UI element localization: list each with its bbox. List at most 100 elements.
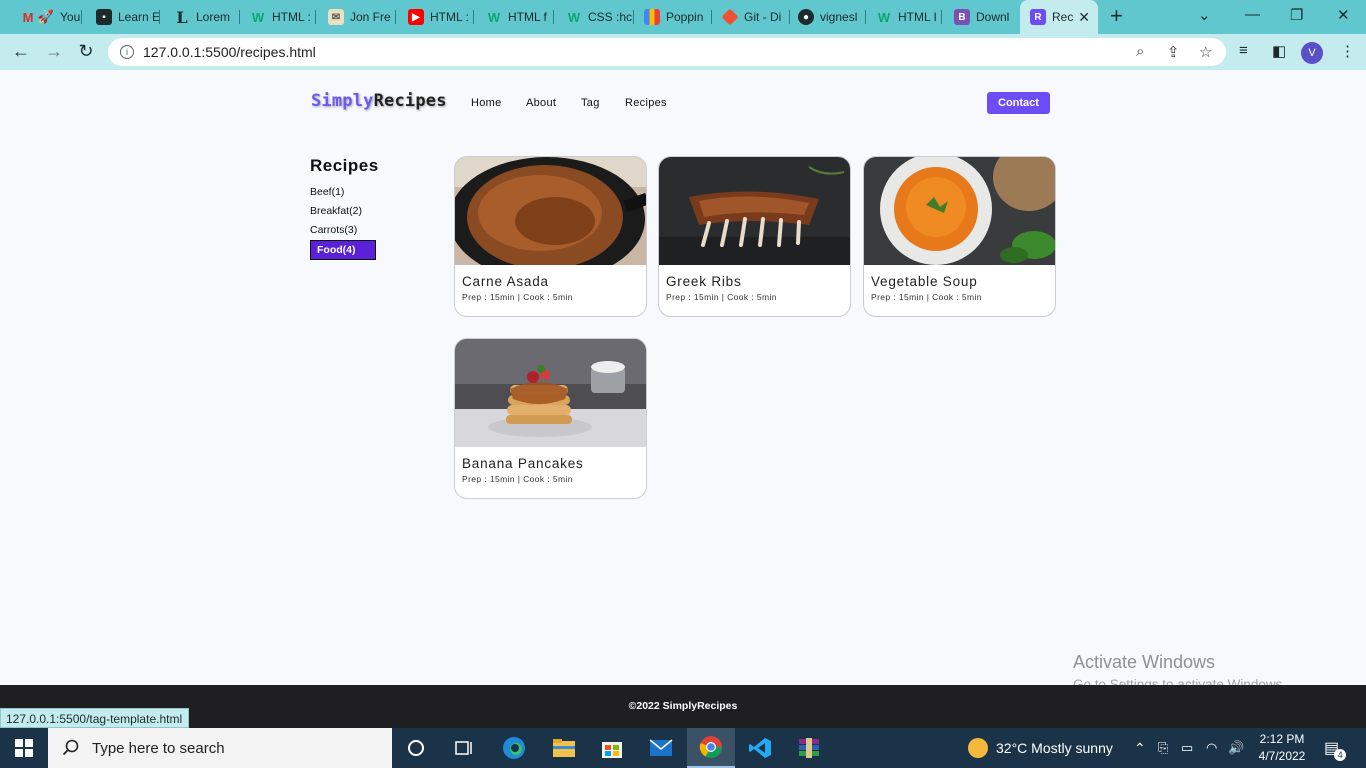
vegetable-soup-photo: [864, 157, 1055, 265]
nav-tag[interactable]: Tag: [581, 97, 600, 109]
meet-now-icon[interactable]: ⎘: [1158, 728, 1168, 768]
zoom-icon[interactable]: ⌕: [1136, 43, 1144, 60]
wifi-icon[interactable]: ◠: [1206, 728, 1217, 768]
tab-label: HTML :: [430, 10, 469, 24]
reload-icon[interactable]: ↻: [75, 41, 97, 62]
mail-icon: ✉: [328, 9, 344, 25]
banana-pancakes-photo: [455, 339, 646, 447]
forward-icon[interactable]: →: [43, 41, 65, 62]
restore-icon[interactable]: ❐: [1290, 6, 1303, 24]
reading-list-icon[interactable]: ≡: [1239, 42, 1248, 59]
w3schools-icon: W: [877, 9, 891, 25]
winrar-icon[interactable]: [785, 728, 833, 768]
tag-beef[interactable]: Beef(1): [310, 186, 344, 198]
address-url[interactable]: 127.0.0.1:5500/recipes.html: [143, 44, 316, 60]
nav-recipes[interactable]: Recipes: [625, 97, 667, 109]
w3schools-icon: W: [567, 9, 581, 25]
tab-label: Rec: [1052, 10, 1074, 24]
windows-taskbar: Type here to search 32°C Mostly sunny ⌃ …: [0, 728, 1366, 768]
tag-food-active[interactable]: Food(4): [310, 240, 376, 260]
tab-label: Downl: [976, 10, 1010, 24]
lorem-l-icon: L: [176, 7, 188, 27]
new-tab-icon[interactable]: +: [1110, 5, 1123, 27]
tab-label: HTML I: [898, 10, 937, 24]
weather-text: 32°C Mostly sunny: [996, 740, 1113, 756]
tab-4[interactable]: ✉ Jon Fre: [318, 4, 396, 30]
bookmark-star-icon[interactable]: ☆: [1199, 43, 1212, 61]
task-view-icon[interactable]: [440, 728, 488, 768]
notification-center-icon[interactable]: ▤ 4: [1324, 728, 1347, 768]
tab-10[interactable]: ● vignesl: [788, 4, 866, 30]
address-bar[interactable]: i 127.0.0.1:5500/recipes.html ⌕ ⇪ ☆: [108, 38, 1226, 66]
share-icon[interactable]: ⇪: [1167, 43, 1180, 61]
cortana-icon[interactable]: [392, 728, 440, 768]
recipe-card-banana-pancakes[interactable]: Banana Pancakes Prep : 15min | Cook : 5m…: [454, 338, 647, 499]
tab-3[interactable]: W HTML :: [240, 4, 316, 30]
weather-widget[interactable]: 32°C Mostly sunny: [968, 728, 1113, 768]
notification-count: 4: [1334, 749, 1347, 761]
file-explorer-icon[interactable]: [540, 728, 588, 768]
tab-7[interactable]: W CSS :hc: [556, 4, 634, 30]
taskbar-search[interactable]: Type here to search: [48, 728, 392, 768]
nav-about[interactable]: About: [526, 97, 556, 109]
close-window-icon[interactable]: ✕: [1337, 6, 1350, 24]
tab-label: Lorem: [196, 10, 231, 24]
windows-logo-icon: [15, 739, 33, 757]
rocket-icon: 🚀: [37, 9, 55, 24]
contact-button[interactable]: Contact: [987, 92, 1050, 114]
side-panel-icon[interactable]: ◧: [1272, 42, 1286, 60]
tab-11[interactable]: W HTML I: [866, 4, 942, 30]
microsoft-store-icon[interactable]: [588, 728, 636, 768]
close-tab-icon[interactable]: ✕: [1078, 9, 1090, 26]
start-button[interactable]: [0, 728, 48, 768]
recipe-title: Vegetable Soup: [871, 274, 978, 289]
tab-6[interactable]: W HTML f: [476, 4, 554, 30]
recipe-card-carne-asada[interactable]: Carne Asada Prep : 15min | Cook : 5min: [454, 156, 647, 317]
tab-label: vignesl: [820, 10, 858, 24]
tab-13-active[interactable]: R Rec ✕: [1020, 0, 1098, 34]
vscode-icon[interactable]: [736, 728, 784, 768]
tab-12[interactable]: B Downl: [944, 4, 1020, 30]
tab-2[interactable]: L Lorem: [164, 4, 240, 30]
tab-search-icon[interactable]: ⌄: [1198, 6, 1211, 24]
battery-icon[interactable]: ▭: [1181, 728, 1193, 768]
browser-tab-bar: M 🚀 You ▪ Learn E L Lorem W HTML : ✉ Jon…: [0, 0, 1366, 34]
tab-label: You: [60, 10, 81, 24]
activate-windows-title: Activate Windows: [1073, 652, 1216, 672]
tab-5[interactable]: ▶ HTML :: [398, 4, 474, 30]
recipe-card-greek-ribs[interactable]: Greek Ribs Prep : 15min | Cook : 5min: [658, 156, 851, 317]
carne-asada-photo: [455, 157, 646, 265]
site-info-icon[interactable]: i: [120, 45, 134, 59]
tab-8[interactable]: Poppin: [634, 4, 712, 30]
w3schools-icon: W: [487, 9, 501, 25]
site-logo[interactable]: SimplyRecipes: [311, 91, 447, 111]
recipe-card-vegetable-soup[interactable]: Vegetable Soup Prep : 15min | Cook : 5mi…: [863, 156, 1056, 317]
sidebar-title: Recipes: [310, 156, 379, 175]
sun-cloud-icon: [968, 738, 988, 758]
minimize-icon[interactable]: —: [1245, 6, 1260, 23]
recipe-title: Banana Pancakes: [462, 456, 584, 471]
recipe-meta: Prep : 15min | Cook : 5min: [462, 292, 573, 302]
show-hidden-icons[interactable]: ⌃: [1134, 728, 1146, 768]
mail-app-icon[interactable]: [637, 728, 685, 768]
taskbar-clock[interactable]: 2:12 PM 4/7/2022: [1252, 731, 1312, 765]
git-icon: [721, 8, 739, 26]
volume-icon[interactable]: 🔊: [1228, 728, 1244, 768]
profile-avatar[interactable]: V: [1301, 42, 1323, 64]
footer-copyright: ©2022 SimplyRecipes: [628, 700, 738, 712]
youtube-icon: ▶: [408, 9, 424, 25]
back-icon[interactable]: ←: [10, 41, 32, 62]
nav-home[interactable]: Home: [471, 97, 502, 109]
edge-icon[interactable]: [490, 728, 538, 768]
browser-toolbar: ← → ↻ i 127.0.0.1:5500/recipes.html ⌕ ⇪ …: [0, 34, 1366, 70]
tab-0[interactable]: M 🚀 You: [10, 4, 82, 30]
tab-1[interactable]: ▪ Learn E: [86, 4, 160, 30]
tag-carrots[interactable]: Carrots(3): [310, 224, 357, 236]
recipe-title: Carne Asada: [462, 274, 549, 289]
tag-breakfast[interactable]: Breakfat(2): [310, 205, 362, 217]
recipes-icon: R: [1030, 9, 1046, 25]
tab-label: Jon Fre: [350, 10, 391, 24]
more-menu-icon[interactable]: ⋮: [1340, 42, 1355, 60]
chrome-icon[interactable]: [687, 728, 735, 768]
tab-9[interactable]: Git - Di: [712, 4, 790, 30]
